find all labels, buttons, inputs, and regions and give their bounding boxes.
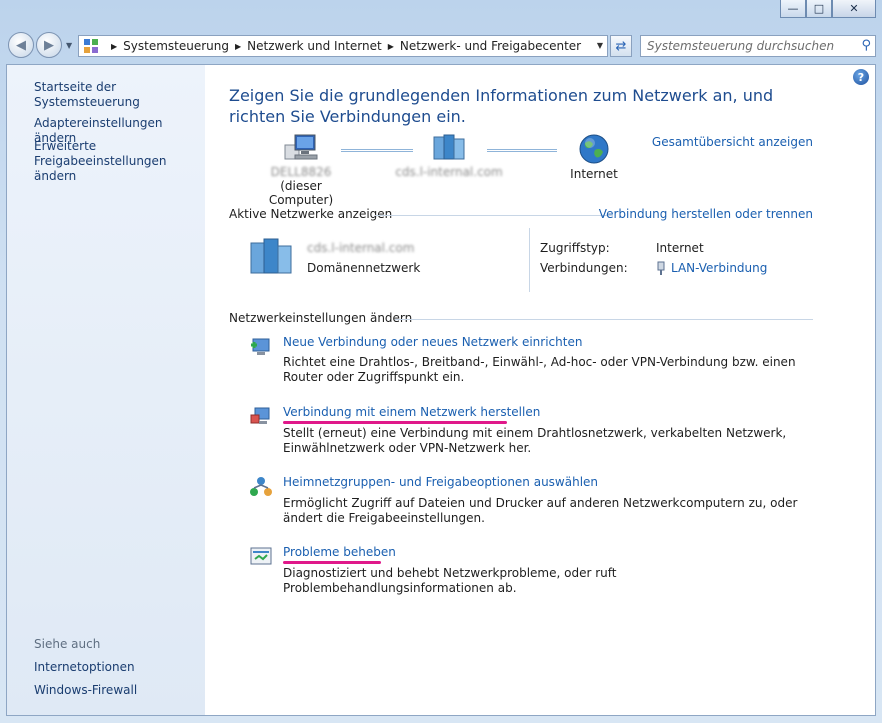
troubleshoot-icon bbox=[250, 547, 272, 565]
refresh-icon: ⇄ bbox=[615, 38, 627, 54]
connect-network-icon bbox=[250, 407, 270, 424]
task-new-connection-link[interactable]: Neue Verbindung oder neues Netzwerk einr… bbox=[283, 335, 582, 349]
highlight-underline bbox=[283, 561, 381, 564]
domain-network-icon bbox=[250, 238, 292, 274]
breadcrumb-item[interactable]: Netzwerk und Internet bbox=[247, 39, 382, 53]
task-connect-network-link[interactable]: Verbindung mit einem Netzwerk herstellen bbox=[283, 405, 540, 419]
network-settings-header: Netzwerkeinstellungen ändern bbox=[229, 311, 413, 325]
homegroup-icon bbox=[250, 477, 272, 496]
new-connection-icon bbox=[251, 338, 270, 355]
highlight-underline bbox=[283, 421, 507, 424]
overview-link[interactable]: Gesamtübersicht anzeigen bbox=[652, 135, 813, 149]
network-info-divider bbox=[529, 228, 530, 292]
address-bar[interactable]: ▶ Systemsteuerung ▶ Netzwerk und Interne… bbox=[78, 35, 608, 57]
forward-button[interactable]: ▶ bbox=[36, 32, 62, 58]
navigation-bar: ◀ ▶ ▼ ▶ Systemsteuerung ▶ Netzwerk und I… bbox=[6, 30, 876, 62]
main-panel: ? Zeigen Sie die grundlegenden Informati… bbox=[205, 65, 875, 715]
access-type-label: Zugriffstyp: bbox=[540, 241, 610, 255]
breadcrumb-item[interactable]: Netzwerk- und Freigabecenter bbox=[400, 39, 581, 53]
breadcrumb-item[interactable]: Systemsteuerung bbox=[123, 39, 229, 53]
task-troubleshoot-link[interactable]: Probleme beheben bbox=[283, 545, 396, 559]
refresh-button[interactable]: ⇄ bbox=[610, 35, 632, 57]
window-frame: — □ ✕ ◀ ▶ ▼ ▶ Systemsteuerung ▶ Netzwerk… bbox=[0, 0, 882, 723]
chevron-right-icon[interactable]: ▶ bbox=[111, 42, 117, 51]
ethernet-icon bbox=[657, 261, 665, 275]
active-network-type: Domänennetzwerk bbox=[307, 261, 421, 275]
sidebar: Startseite der Systemsteuerung Adapterei… bbox=[7, 65, 205, 715]
back-button[interactable]: ◀ bbox=[8, 32, 34, 58]
maximize-button[interactable]: □ bbox=[806, 0, 832, 18]
search-icon[interactable]: ⚲ bbox=[861, 38, 871, 53]
computer-name: DELL8826 bbox=[270, 165, 332, 179]
see-also-label: Siehe auch bbox=[34, 637, 101, 651]
task-new-connection-desc: Richtet eine Drahtlos-, Breitband-, Einw… bbox=[283, 355, 796, 384]
chevron-right-icon[interactable]: ▶ bbox=[388, 42, 394, 51]
connections-label: Verbindungen: bbox=[540, 261, 628, 275]
task-homegroup-desc: Ermöglicht Zugriff auf Dateien und Druck… bbox=[283, 496, 798, 525]
lan-connection-link[interactable]: LAN-Verbindung bbox=[671, 261, 767, 275]
map-this-computer[interactable]: DELL8826 (dieser Computer) bbox=[251, 133, 351, 207]
chevron-down-icon[interactable]: ▼ bbox=[597, 41, 603, 50]
chevron-right-icon[interactable]: ▶ bbox=[235, 42, 241, 51]
active-networks-header: Aktive Netzwerke anzeigen bbox=[229, 207, 393, 221]
map-connector bbox=[487, 149, 557, 152]
task-connect-network-desc: Stellt (erneut) eine Verbindung mit eine… bbox=[283, 426, 787, 455]
task-homegroup-link[interactable]: Heimnetzgruppen- und Freigabeoptionen au… bbox=[283, 475, 598, 489]
sidebar-item-firewall[interactable]: Windows-Firewall bbox=[34, 683, 137, 698]
active-network-name: cds.l-internal.com bbox=[307, 241, 415, 255]
computer-subtitle: (dieser Computer) bbox=[268, 179, 334, 207]
page-title: Zeigen Sie die grundlegenden Information… bbox=[229, 86, 774, 126]
sidebar-item-home[interactable]: Startseite der Systemsteuerung bbox=[34, 80, 205, 110]
minimize-button[interactable]: — bbox=[780, 0, 806, 18]
map-domain[interactable]: cds.l-internal.com bbox=[389, 133, 509, 179]
task-troubleshoot-desc: Diagnostiziert und behebt Netzwerkproble… bbox=[283, 566, 617, 595]
internet-label: Internet bbox=[570, 167, 618, 181]
help-icon[interactable]: ? bbox=[853, 69, 869, 85]
sidebar-item-advanced-sharing[interactable]: Erweiterte Freigabeeinstellungen ändern bbox=[34, 139, 204, 184]
connections-value[interactable]: LAN-Verbindung bbox=[656, 261, 767, 275]
server-icon bbox=[433, 134, 465, 160]
access-type-value: Internet bbox=[656, 241, 704, 255]
map-internet[interactable]: Internet bbox=[559, 133, 629, 181]
connect-disconnect-link[interactable]: Verbindung herstellen oder trennen bbox=[599, 207, 813, 221]
computer-icon bbox=[284, 134, 318, 160]
arrow-left-icon: ◀ bbox=[16, 37, 26, 53]
window-controls: — □ ✕ bbox=[780, 0, 876, 18]
sidebar-item-internet-options[interactable]: Internetoptionen bbox=[34, 660, 135, 675]
close-button[interactable]: ✕ bbox=[832, 0, 876, 18]
arrow-right-icon: ▶ bbox=[44, 37, 54, 53]
globe-icon bbox=[579, 134, 609, 164]
history-dropdown-icon[interactable]: ▼ bbox=[66, 41, 72, 50]
section-divider bbox=[395, 319, 813, 320]
search-input[interactable]: Systemsteuerung durchsuchen ⚲ bbox=[640, 35, 876, 57]
domain-name: cds.l-internal.com bbox=[395, 165, 503, 179]
content-area: Startseite der Systemsteuerung Adapterei… bbox=[6, 64, 876, 716]
section-divider bbox=[375, 215, 613, 216]
control-panel-icon bbox=[84, 39, 98, 53]
search-placeholder: Systemsteuerung durchsuchen bbox=[647, 39, 835, 53]
